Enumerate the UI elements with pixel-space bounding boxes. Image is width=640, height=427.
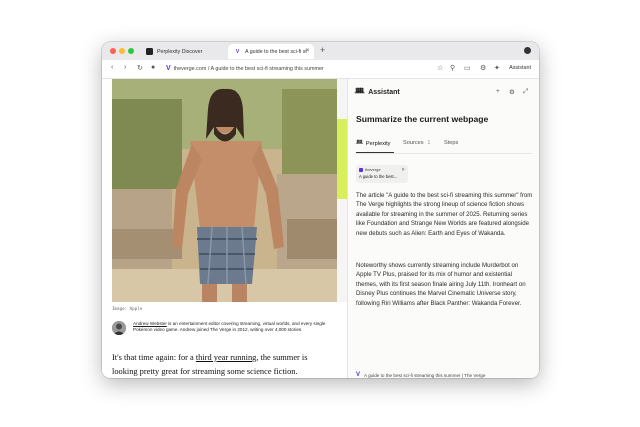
tab-bar: Perplexity Discover V A guide to the bes… — [102, 42, 539, 60]
expand-panel-icon[interactable]: ⤢ — [523, 88, 528, 96]
close-window-button[interactable] — [110, 48, 116, 54]
assistant-tabs: ᚙ Perplexity Sources 1 Steps — [356, 140, 532, 154]
context-chip-label: A guide to the best sci-fi streaming thi… — [364, 372, 486, 378]
assistant-sparkle-icon[interactable]: ✦ — [494, 64, 500, 72]
article-lede-line-2: looking pretty great for streaming some … — [112, 367, 298, 376]
settings-gear-icon[interactable]: ⚙ — [480, 64, 486, 72]
image-credit: Image: Apple — [112, 306, 143, 311]
shirtless-man-photo-illustration — [112, 79, 337, 302]
hero-photo — [112, 79, 337, 302]
assistant-header-label: Assistant — [368, 89, 400, 96]
tab-label: A guide to the best sci-fi st — [245, 48, 307, 55]
verge-context-icon: V — [356, 372, 361, 378]
accent-bar — [337, 119, 347, 199]
verge-favicon-icon: V — [235, 48, 240, 55]
assistant-toggle-button[interactable]: Assistant — [509, 65, 531, 71]
close-tab-icon[interactable]: ✕ — [305, 47, 310, 54]
tab-verge-article[interactable]: V A guide to the best sci-fi st ✕ — [228, 44, 314, 59]
forward-arrow-icon[interactable]: › — [124, 64, 126, 71]
tab-sources[interactable]: Sources 1 — [403, 140, 430, 146]
extension-icon[interactable]: ⚲ — [450, 64, 455, 72]
zoom-window-button[interactable] — [128, 48, 134, 54]
tab-label: Steps — [444, 140, 459, 146]
answer-paragraph-2: Noteworthy shows currently streaming inc… — [356, 262, 526, 307]
microphone-icon[interactable]: ● — [151, 64, 155, 71]
article-panel: Image: Apple Andrew Webster is an entert… — [102, 79, 347, 378]
lede-text: It's that time again: for a — [112, 353, 196, 362]
address-url: theverge.com / A guide to the best sci-f… — [173, 65, 324, 72]
third-year-running-link[interactable]: third year running — [196, 353, 256, 362]
tab-perplexity-discover[interactable]: Perplexity Discover — [140, 44, 226, 59]
profile-avatar[interactable] — [524, 47, 531, 54]
source-site: theverge — [365, 167, 381, 172]
perplexity-tab-icon: ᚙ — [356, 141, 363, 147]
lede-text: , the summer is — [256, 353, 308, 362]
tab-label: Sources — [403, 140, 424, 146]
perplexity-favicon-icon — [146, 48, 153, 55]
address-toolbar: ‹ › ↻ ● V theverge.com / A guide to the … — [102, 60, 539, 79]
hero-image — [102, 79, 347, 302]
verge-source-icon — [359, 167, 363, 172]
tab-label: Perplexity — [365, 140, 391, 147]
bookmark-star-icon[interactable]: ☆ — [437, 64, 443, 72]
article-lede: It's that time again: for a third year r… — [112, 353, 308, 362]
settings-icon[interactable]: ⚙ — [509, 88, 515, 96]
author-avatar[interactable] — [112, 321, 126, 335]
tab-label: Perplexity Discover — [157, 48, 203, 55]
tab-steps[interactable]: Steps — [444, 140, 458, 146]
page-context-chip[interactable]: V A guide to the best sci-fi streaming t… — [356, 372, 485, 378]
source-title: A guide to the best... — [359, 174, 398, 179]
split-view-icon[interactable]: ▭ — [464, 64, 471, 72]
author-name-link[interactable]: Andrew Webster — [133, 321, 167, 326]
remove-source-icon[interactable]: ✕ — [401, 167, 405, 173]
source-card[interactable]: theverge A guide to the best... ✕ — [356, 165, 408, 183]
verge-site-icon: V — [166, 65, 171, 72]
author-bio: Andrew Webster is an entertainment edito… — [133, 321, 338, 333]
add-thread-icon[interactable]: + — [496, 88, 500, 95]
answer-paragraph-1: The article "A guide to the best sci-fi … — [356, 192, 533, 237]
tab-perplexity[interactable]: ᚙ Perplexity — [356, 140, 391, 148]
perplexity-logo-icon: ᚙ — [355, 88, 365, 97]
new-tab-button[interactable]: + — [320, 45, 325, 55]
reload-icon[interactable]: ↻ — [137, 64, 143, 72]
address-bar[interactable]: V theverge.com / A guide to the best sci… — [166, 65, 324, 72]
minimize-window-button[interactable] — [119, 48, 125, 54]
query-title: Summarize the current webpage — [356, 114, 489, 124]
assistant-header: ᚙ Assistant — [355, 88, 400, 97]
assistant-panel: ᚙ Assistant + ⚙ ⤢ Summarize the current … — [347, 79, 539, 378]
sources-count-badge: 1 — [427, 140, 431, 146]
browser-window: Perplexity Discover V A guide to the bes… — [102, 42, 539, 378]
back-arrow-icon[interactable]: ‹ — [111, 64, 113, 71]
